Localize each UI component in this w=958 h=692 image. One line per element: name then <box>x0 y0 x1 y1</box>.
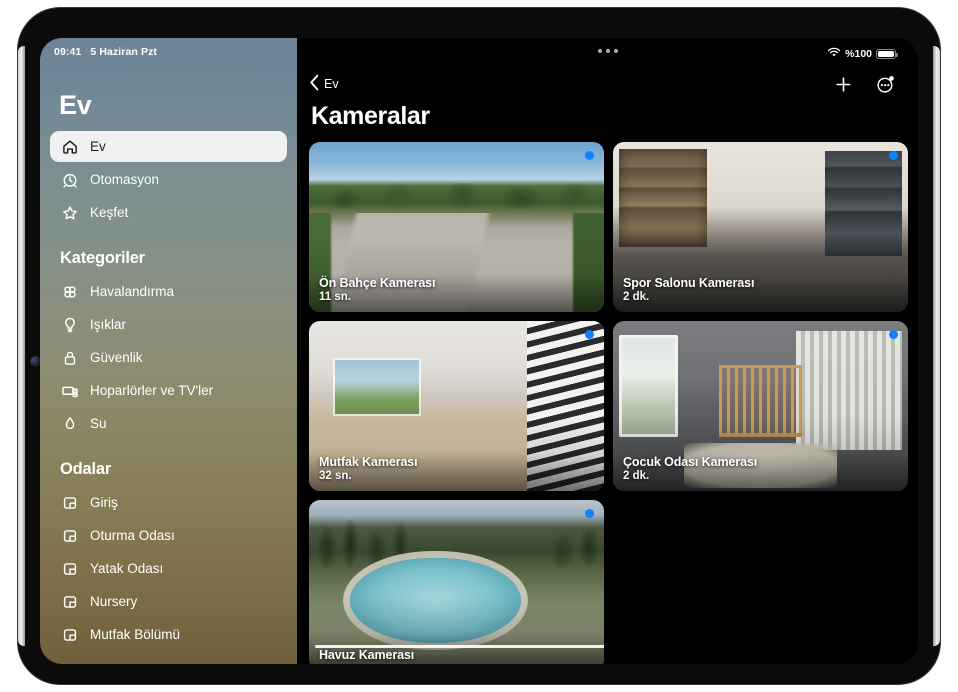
sidebar: 09:41 5 Haziran Pzt Ev Ev Otomasyon <box>40 38 297 664</box>
status-time: 09:41 <box>54 46 81 58</box>
sidebar-item-label: Havalandırma <box>90 284 174 299</box>
multitask-dots-icon[interactable] <box>598 49 618 53</box>
sidebar-scroll-area[interactable]: Ev Ev Otomasyon <box>40 60 297 650</box>
recording-indicator-dot <box>585 151 594 160</box>
tv-speaker-icon <box>60 381 79 400</box>
sidebar-room-nursery[interactable]: Nursery <box>50 586 287 617</box>
sidebar-item-label: Giriş <box>90 495 118 510</box>
recording-indicator-dot <box>585 330 594 339</box>
sidebar-heading-categories: Kategoriler <box>50 230 287 276</box>
sidebar-item-label: Su <box>90 416 107 431</box>
lightbulb-icon <box>60 315 79 334</box>
camera-tile-kitchen[interactable]: Mutfak Kamerası 32 sn. <box>309 321 604 491</box>
star-icon <box>60 203 79 222</box>
recording-indicator-dot <box>889 151 898 160</box>
camera-name: Spor Salonu Kamerası <box>623 276 754 290</box>
navigation-bar: Ev <box>297 66 918 102</box>
sidebar-item-security[interactable]: Güvenlik <box>50 342 287 373</box>
chevron-left-icon <box>309 74 320 94</box>
sidebar-item-label: Mutfak Bölümü <box>90 627 180 642</box>
sidebar-item-label: Ev <box>90 139 106 154</box>
room-icon <box>60 559 79 578</box>
camera-label: Havuz Kamerası <box>319 648 414 662</box>
fan-icon <box>60 282 79 301</box>
sidebar-room-living[interactable]: Oturma Odası <box>50 520 287 551</box>
add-button[interactable] <box>834 75 853 94</box>
camera-gradient-overlay <box>309 500 604 664</box>
lock-icon <box>60 348 79 367</box>
camera-timestamp: 2 dk. <box>623 291 754 304</box>
camera-tile-pool[interactable]: Havuz Kamerası <box>309 500 604 664</box>
room-icon <box>60 625 79 644</box>
room-icon <box>60 493 79 512</box>
camera-label: Mutfak Kamerası 32 sn. <box>319 455 418 483</box>
sidebar-item-label: Hoparlörler ve TV'ler <box>90 383 213 398</box>
camera-name: Ön Bahçe Kamerası <box>319 276 435 290</box>
battery-percent-label: %100 <box>845 48 872 60</box>
sidebar-item-water[interactable]: Su <box>50 408 287 439</box>
page-title: Kameralar <box>311 102 430 131</box>
camera-name: Havuz Kamerası <box>319 648 414 662</box>
camera-name: Çocuk Odası Kamerası <box>623 455 757 469</box>
horizontal-scrollbar[interactable] <box>315 645 604 649</box>
sidebar-item-discover[interactable]: Keşfet <box>50 197 287 228</box>
sidebar-item-label: Güvenlik <box>90 350 143 365</box>
sidebar-item-automation[interactable]: Otomasyon <box>50 164 287 195</box>
sidebar-item-label: Otomasyon <box>90 172 159 187</box>
back-button[interactable]: Ev <box>309 74 339 94</box>
sidebar-item-climate[interactable]: Havalandırma <box>50 276 287 307</box>
sidebar-item-label: Yatak Odası <box>90 561 163 576</box>
battery-icon <box>876 49 896 59</box>
house-icon <box>60 137 79 156</box>
camera-name: Mutfak Kamerası <box>319 455 418 469</box>
water-drop-icon <box>60 414 79 433</box>
sidebar-item-home[interactable]: Ev <box>50 131 287 162</box>
camera-timestamp: 2 dk. <box>623 470 757 483</box>
device-rail-right <box>933 46 940 646</box>
sidebar-room-kitchen-area[interactable]: Mutfak Bölümü <box>50 619 287 650</box>
camera-label: Ön Bahçe Kamerası 11 sn. <box>319 276 435 304</box>
camera-timestamp: 32 sn. <box>319 470 418 483</box>
sidebar-item-label: Oturma Odası <box>90 528 175 543</box>
status-bar-left: 09:41 5 Haziran Pzt <box>40 38 297 60</box>
status-date: 5 Haziran Pzt <box>90 46 157 58</box>
back-button-label: Ev <box>324 77 339 91</box>
sidebar-room-entrance[interactable]: Giriş <box>50 487 287 518</box>
camera-timestamp: 11 sn. <box>319 291 435 304</box>
wifi-icon <box>827 47 841 61</box>
room-icon <box>60 526 79 545</box>
camera-label: Çocuk Odası Kamerası 2 dk. <box>623 455 757 483</box>
sidebar-item-lights[interactable]: Işıklar <box>50 309 287 340</box>
battery-fill <box>878 51 894 57</box>
camera-label: Spor Salonu Kamerası 2 dk. <box>623 276 754 304</box>
recording-indicator-dot <box>889 330 898 339</box>
ipad-screen: 09:41 5 Haziran Pzt Ev Ev Otomasyon <box>40 38 918 664</box>
sidebar-item-label: Keşfet <box>90 205 128 220</box>
sidebar-room-bedroom[interactable]: Yatak Odası <box>50 553 287 584</box>
ipad-device-frame: 09:41 5 Haziran Pzt Ev Ev Otomasyon <box>18 8 940 684</box>
camera-tile-nursery[interactable]: Çocuk Odası Kamerası 2 dk. <box>613 321 908 491</box>
room-icon <box>60 592 79 611</box>
clock-icon <box>60 170 79 189</box>
camera-tile-front-yard[interactable]: Ön Bahçe Kamerası 11 sn. <box>309 142 604 312</box>
sidebar-item-label: Işıklar <box>90 317 126 332</box>
more-options-button[interactable] <box>875 74 896 95</box>
camera-grid: Ön Bahçe Kamerası 11 sn. Spor Salonu Kam… <box>309 142 908 664</box>
recording-indicator-dot <box>585 509 594 518</box>
main-content: %100 Ev <box>297 38 918 664</box>
camera-tile-gym[interactable]: Spor Salonu Kamerası 2 dk. <box>613 142 908 312</box>
sidebar-item-label: Nursery <box>90 594 137 609</box>
device-rail-left <box>18 46 25 646</box>
navigation-actions <box>834 74 896 95</box>
sidebar-heading-rooms: Odalar <box>50 441 287 487</box>
sidebar-item-speakers-tvs[interactable]: Hoparlörler ve TV'ler <box>50 375 287 406</box>
sidebar-home-title: Ev <box>50 60 287 131</box>
